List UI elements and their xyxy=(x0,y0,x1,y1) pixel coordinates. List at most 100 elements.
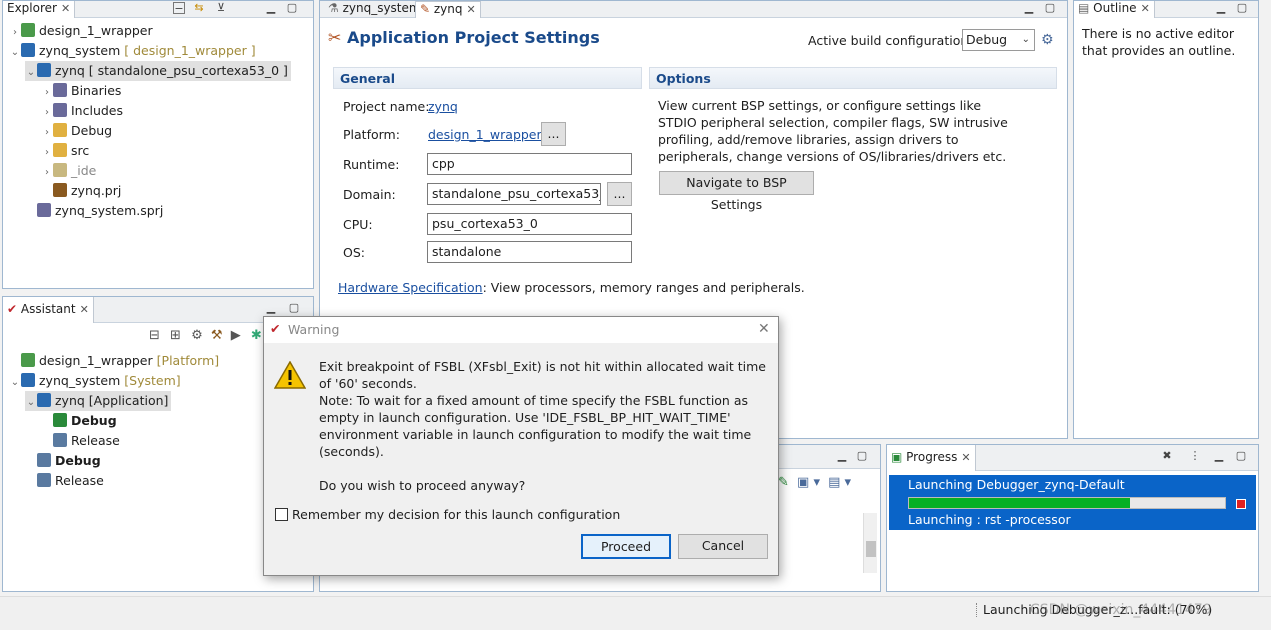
os-field[interactable]: standalone xyxy=(427,241,632,263)
tree-item[interactable]: ⌄ zynq [ standalone_psu_cortexa53_0 ] xyxy=(25,61,291,81)
platform-browse-button[interactable]: ... xyxy=(541,122,566,146)
assistant-item[interactable]: Debug xyxy=(41,411,117,431)
chevron-right-icon[interactable]: › xyxy=(41,83,53,103)
app-logo-icon: ✔ xyxy=(270,321,281,336)
collapse-all-icon[interactable]: − xyxy=(173,2,185,14)
minimize-icon[interactable]: ▁ xyxy=(1213,450,1225,462)
tree-item[interactable]: zynq.prj xyxy=(41,181,121,201)
pin-icon[interactable]: ✎ xyxy=(778,475,789,490)
maximize-icon[interactable]: ▢ xyxy=(856,450,868,462)
minimize-icon[interactable]: ▁ xyxy=(265,302,277,314)
assistant-item[interactable]: Release xyxy=(41,431,120,451)
maximize-icon[interactable]: ▢ xyxy=(1235,450,1247,462)
assistant-item-label: zynq_system xyxy=(39,373,121,388)
project-name-link[interactable]: zynq xyxy=(428,99,458,114)
remember-checkbox[interactable] xyxy=(275,508,288,521)
view-menu-icon[interactable]: ⋮ xyxy=(1189,450,1201,462)
assistant-item[interactable]: ⌄ zynq_system [System] xyxy=(9,371,181,391)
proceed-button[interactable]: Proceed xyxy=(581,534,671,559)
platform-link[interactable]: design_1_wrapper xyxy=(428,127,542,142)
cancel-button[interactable]: Cancel xyxy=(678,534,768,559)
chevron-down-icon[interactable]: ⌄ xyxy=(9,43,21,63)
build-config-select[interactable]: Debug ⌄ xyxy=(962,29,1035,51)
filter-icon[interactable]: ⊻ xyxy=(215,2,227,14)
hardware-spec-text: : View processors, memory ranges and per… xyxy=(482,280,805,295)
cpu-label: CPU: xyxy=(343,217,373,232)
collapse-icon[interactable]: ⊟ xyxy=(149,328,160,343)
chevron-right-icon[interactable]: › xyxy=(41,103,53,123)
run-icon[interactable]: ▶ xyxy=(231,328,241,343)
expand-icon[interactable]: ⊞ xyxy=(170,328,181,343)
console-scrollbar[interactable] xyxy=(863,513,877,573)
settings-icon[interactable]: ⚙ xyxy=(191,328,203,343)
assistant-item[interactable]: ⌄ zynq [Application] xyxy=(25,391,172,413)
build-settings-icon[interactable]: ⚙ xyxy=(1041,32,1054,48)
explorer-panel: Explorer ✕ − ⇆ ⊻ ▁ ▢ › design_1_wrapper ⌄ zy… xyxy=(2,0,314,289)
chevron-down-icon[interactable]: ⌄ xyxy=(25,393,37,413)
tree-item-label: src xyxy=(71,143,90,158)
tree-item-label: Binaries xyxy=(71,83,122,98)
minimize-icon[interactable]: ▁ xyxy=(836,450,848,462)
chevron-right-icon[interactable]: › xyxy=(41,123,53,143)
assistant-item[interactable]: Release xyxy=(25,471,104,491)
link-editor-icon[interactable]: ⇆ xyxy=(193,2,205,14)
tree-item[interactable]: › Binaries xyxy=(41,81,121,101)
tab-assistant[interactable]: ✔ Assistant ✕ xyxy=(3,297,94,323)
hammer-icon xyxy=(37,453,51,467)
tab-zynq-system[interactable]: ⚗ zynq_system xyxy=(324,1,425,18)
tree-item[interactable]: › Debug xyxy=(41,121,112,141)
hardware-spec-line: Hardware Specification: View processors,… xyxy=(338,280,805,295)
remember-label[interactable]: Remember my decision for this launch con… xyxy=(292,507,620,522)
tree-item[interactable]: › src xyxy=(41,141,89,161)
domain-browse-button[interactable]: ... xyxy=(607,182,632,206)
close-icon[interactable]: ✕ xyxy=(758,321,770,337)
tools-icon: ✂ xyxy=(328,28,347,47)
chevron-right-icon[interactable]: › xyxy=(41,143,53,163)
open-console-icon[interactable]: ▤ ▾ xyxy=(828,475,851,490)
os-label: OS: xyxy=(343,245,365,260)
tree-item[interactable]: › design_1_wrapper xyxy=(9,21,153,41)
display-console-icon[interactable]: ▣ ▾ xyxy=(797,475,820,490)
tab-explorer[interactable]: Explorer ✕ xyxy=(3,1,76,18)
maximize-icon[interactable]: ▢ xyxy=(1044,2,1056,14)
minimize-icon[interactable]: ▁ xyxy=(1215,2,1227,14)
hammer-icon xyxy=(37,473,51,487)
maximize-icon[interactable]: ▢ xyxy=(1236,2,1248,14)
domain-field[interactable]: standalone_psu_cortexa53_0 xyxy=(427,183,601,205)
tab-progress[interactable]: ▣ Progress ✕ xyxy=(887,445,976,471)
build-hammer-icon[interactable]: ⚒ xyxy=(211,328,223,343)
close-icon[interactable]: ✕ xyxy=(61,2,70,15)
close-icon[interactable]: ✕ xyxy=(80,303,89,316)
remove-all-icon[interactable]: ✖ xyxy=(1161,450,1173,462)
debug-icon[interactable]: ✱ xyxy=(251,328,262,343)
tree-item[interactable]: › Includes xyxy=(41,101,123,121)
assistant-item-label: Release xyxy=(71,433,120,448)
tree-item[interactable]: ⌄ zynq_system[ design_1_wrapper ] xyxy=(9,41,256,61)
assistant-item[interactable]: Debug xyxy=(25,451,101,471)
tree-item-suffix: [ design_1_wrapper ] xyxy=(124,43,256,58)
navigate-bsp-button[interactable]: Navigate to BSP Settings xyxy=(659,171,814,212)
tree-item[interactable]: › _ide xyxy=(41,161,96,181)
minimize-icon[interactable]: ▁ xyxy=(1023,2,1035,14)
hardware-spec-link[interactable]: Hardware Specification xyxy=(338,280,483,295)
chevron-right-icon[interactable]: › xyxy=(9,23,21,43)
chevron-right-icon[interactable]: › xyxy=(41,163,53,183)
chevron-down-icon[interactable]: ⌄ xyxy=(25,63,37,83)
chevron-down-icon[interactable]: ⌄ xyxy=(9,373,21,393)
close-icon[interactable]: ✕ xyxy=(1141,2,1150,15)
cpu-field[interactable]: psu_cortexa53_0 xyxy=(427,213,632,235)
progress-tab-label: Progress xyxy=(906,450,958,464)
tab-outline[interactable]: ▤ Outline ✕ xyxy=(1074,1,1155,18)
runtime-field[interactable]: cpp xyxy=(427,153,632,175)
progress-item[interactable]: Launching Debugger_zynq-Default Launchin… xyxy=(889,475,1256,530)
close-icon[interactable]: ✕ xyxy=(467,3,476,16)
maximize-icon[interactable]: ▢ xyxy=(286,2,298,14)
close-icon[interactable]: ✕ xyxy=(961,451,970,464)
assistant-item[interactable]: design_1_wrapper [Platform] xyxy=(9,351,219,371)
tab-zynq[interactable]: ✎ zynq ✕ xyxy=(415,1,481,18)
tree-item-label: _ide xyxy=(71,163,97,178)
maximize-icon[interactable]: ▢ xyxy=(288,302,300,314)
stop-icon[interactable] xyxy=(1236,499,1246,509)
minimize-icon[interactable]: ▁ xyxy=(265,2,277,14)
tree-item[interactable]: zynq_system.sprj xyxy=(25,201,163,221)
